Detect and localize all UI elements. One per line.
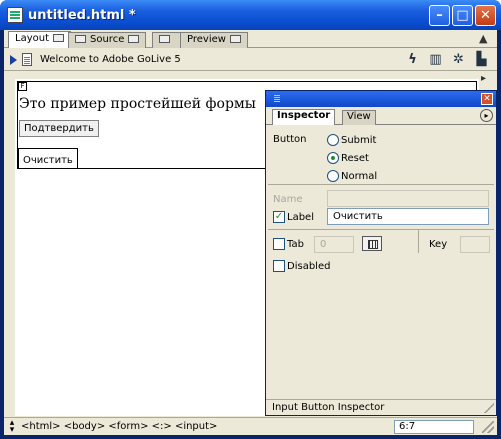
label-checkbox-label: Label bbox=[287, 212, 314, 223]
reset-radio[interactable] bbox=[327, 152, 339, 164]
scroll-right-icon[interactable]: ▸ bbox=[481, 73, 495, 87]
tab-order-field[interactable]: 0 bbox=[314, 236, 354, 253]
tab-layout-label: Layout bbox=[15, 33, 49, 44]
markup-tree-icon[interactable]: ▴ ▾ bbox=[7, 418, 17, 434]
tab-preview[interactable]: Preview bbox=[180, 32, 248, 48]
page-icon[interactable] bbox=[22, 53, 32, 66]
resize-grip[interactable] bbox=[482, 421, 494, 433]
globe-gear-icon[interactable]: ✲ bbox=[451, 52, 466, 67]
play-icon[interactable] bbox=[10, 54, 17, 65]
normal-radio-label: Normal bbox=[341, 171, 378, 182]
label-value-field[interactable]: Очистить bbox=[327, 208, 489, 225]
palette-grip-icon[interactable] bbox=[274, 95, 280, 102]
inspector-footer: Input Button Inspector bbox=[266, 399, 496, 415]
zoom-field[interactable]: 6:7 bbox=[394, 420, 474, 434]
tab-outline[interactable] bbox=[152, 32, 181, 48]
key-field[interactable] bbox=[460, 236, 490, 253]
layout-mini-icon bbox=[53, 34, 64, 42]
inspector-close-button[interactable]: ✕ bbox=[481, 93, 493, 105]
title-bar[interactable]: untitled.html * – □ ✕ bbox=[0, 0, 501, 30]
lightning-icon[interactable]: ϟ bbox=[405, 52, 420, 67]
page-toolbar: Welcome to Adobe GoLive 5 ϟ ▥ ✲ ▙ bbox=[4, 49, 497, 71]
reset-radio-label: Reset bbox=[341, 153, 369, 164]
minimize-button[interactable]: – bbox=[429, 4, 450, 26]
source-mini-icon bbox=[75, 35, 86, 43]
frame-icon[interactable]: ▥ bbox=[428, 52, 443, 67]
divider bbox=[268, 184, 494, 185]
document-app-icon bbox=[7, 7, 23, 23]
submit-radio[interactable] bbox=[327, 134, 339, 146]
name-field[interactable] bbox=[327, 190, 489, 207]
submit-button[interactable]: Подтвердить bbox=[19, 120, 99, 137]
button-type-label: Button bbox=[273, 134, 307, 145]
scroll-up-icon[interactable]: ▲ bbox=[479, 32, 493, 46]
inspector-palette: ✕ Inspector View ▸ Button Submit Reset N… bbox=[265, 90, 497, 416]
tag-path[interactable]: <html> <body> <form> <:> <input> bbox=[21, 421, 217, 432]
outline-mini-icon bbox=[159, 35, 170, 43]
name-label: Name bbox=[273, 194, 303, 205]
source-mini-icon-2 bbox=[128, 35, 140, 43]
close-button[interactable]: ✕ bbox=[475, 4, 496, 26]
tab-source-label: Source bbox=[90, 34, 125, 45]
site-icon[interactable]: ▙ bbox=[474, 52, 489, 67]
tab-order-picker-button[interactable] bbox=[362, 236, 382, 251]
palette-resize-grip[interactable] bbox=[484, 403, 494, 413]
disabled-checkbox[interactable] bbox=[273, 260, 285, 272]
view-tabs: Layout Source Preview ▲ bbox=[4, 30, 497, 48]
window-title: untitled.html * bbox=[28, 7, 136, 23]
status-bar: ▴ ▾ <html> <body> <form> <:> <input> 6:7 bbox=[4, 417, 497, 435]
page-title[interactable]: Welcome to Adobe GoLive 5 bbox=[40, 54, 181, 65]
key-label: Key bbox=[429, 239, 448, 250]
divider bbox=[268, 229, 494, 230]
form-marker-icon[interactable]: F bbox=[18, 82, 27, 91]
tab-inspector[interactable]: Inspector bbox=[272, 109, 336, 125]
tab-checkbox-label: Tab bbox=[287, 239, 304, 250]
submit-radio-label: Submit bbox=[341, 135, 377, 146]
tab-source[interactable]: Source bbox=[68, 32, 147, 48]
form-text: Это пример простейшей формы bbox=[19, 96, 256, 112]
tab-checkbox[interactable] bbox=[273, 238, 285, 250]
inspector-title-bar[interactable]: ✕ bbox=[266, 91, 496, 107]
tab-preview-label: Preview bbox=[187, 34, 226, 45]
preview-mini-icon bbox=[229, 35, 241, 43]
inspector-tabs: Inspector View ▸ bbox=[266, 107, 496, 125]
maximize-button[interactable]: □ bbox=[452, 4, 473, 26]
vertical-divider bbox=[418, 229, 419, 253]
tab-view[interactable]: View bbox=[342, 110, 376, 125]
disabled-checkbox-label: Disabled bbox=[287, 261, 331, 272]
normal-radio[interactable] bbox=[327, 170, 339, 182]
reset-button[interactable]: Очистить bbox=[18, 148, 78, 169]
tab-layout[interactable]: Layout bbox=[8, 31, 71, 48]
inspector-footer-text: Input Button Inspector bbox=[272, 402, 385, 413]
palette-menu-icon[interactable]: ▸ bbox=[480, 109, 493, 122]
label-checkbox[interactable]: ✓ bbox=[273, 211, 285, 223]
